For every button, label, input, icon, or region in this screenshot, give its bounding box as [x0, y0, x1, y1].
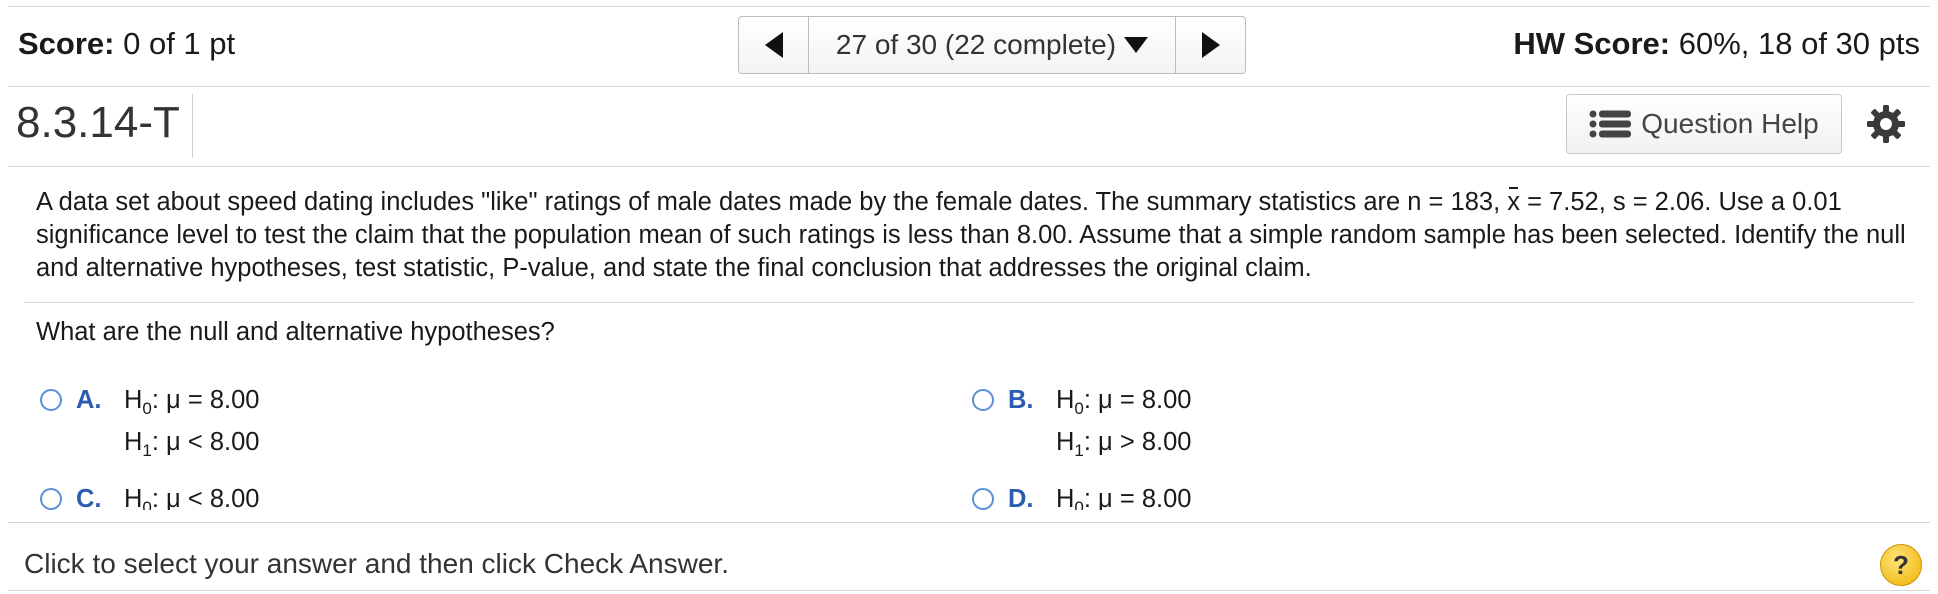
radio-d[interactable] [972, 488, 994, 510]
list-icon [1589, 110, 1632, 138]
option-c-letter: C. [76, 485, 102, 510]
gear-icon[interactable] [1866, 104, 1906, 149]
header-divider [8, 86, 1930, 87]
option-d-hypotheses: H0: μ = 8.00 [1056, 485, 1191, 510]
hw-score-label: HW Score: [1513, 26, 1671, 61]
option-a-h1-text: : μ < 8.00 [151, 428, 260, 456]
question-stem: A data set about speed dating includes "… [36, 186, 1916, 285]
option-d-h0: H0: μ = 8.00 [1056, 485, 1191, 510]
option-a-hypotheses: H0: μ = 8.00 H1: μ < 8.00 [124, 386, 259, 470]
next-question-button[interactable] [1176, 17, 1245, 73]
question-prompt: What are the null and alternative hypoth… [36, 318, 555, 346]
option-b-letter: B. [1008, 386, 1034, 414]
question-selector-dropdown[interactable]: 27 of 30 (22 complete) [808, 17, 1176, 73]
option-b[interactable]: B. H0: μ = 8.00 H1: μ > 8.00 [972, 386, 1191, 470]
option-b-h0-text: : μ = 8.00 [1083, 386, 1192, 414]
option-a-h0: H0: μ = 8.00 [124, 386, 260, 419]
option-b-h1-text: : μ > 8.00 [1083, 428, 1192, 456]
previous-question-button[interactable] [739, 17, 808, 73]
arrow-right-icon [1201, 32, 1220, 58]
option-c-h0: H0: μ < 8.00 [124, 485, 259, 510]
question-navigator: 27 of 30 (22 complete) [738, 16, 1246, 74]
score-value: 0 of 1 pt [123, 26, 236, 61]
option-b-h0: H0: μ = 8.00 [1056, 386, 1192, 419]
hw-score-value: 60%, 18 of 30 pts [1678, 26, 1920, 61]
option-a-h0-text: : μ = 8.00 [151, 386, 260, 414]
option-b-h1: H1: μ > 8.00 [1056, 428, 1192, 461]
option-c[interactable]: C. H0: μ < 8.00 [40, 485, 259, 510]
footer-bottom-divider [8, 590, 1930, 591]
footer-instruction: Click to select your answer and then cli… [24, 548, 729, 579]
option-b-hypotheses: H0: μ = 8.00 H1: μ > 8.00 [1056, 386, 1191, 470]
answer-options-area: A. H0: μ = 8.00 H1: μ < 8.00 B. H0: μ = … [0, 380, 1938, 510]
question-id-separator [192, 94, 193, 158]
radio-a[interactable] [40, 389, 62, 411]
x-bar-symbol: x [1507, 186, 1520, 219]
option-d[interactable]: D. H0: μ = 8.00 [972, 485, 1191, 510]
option-d-h0-text: : μ = 8.00 [1083, 485, 1192, 510]
question-progress-label: 27 of 30 (22 complete) [835, 29, 1117, 60]
option-c-h0-text: : μ < 8.00 [151, 485, 260, 510]
top-divider [8, 6, 1930, 7]
help-question-icon[interactable]: ? [1880, 544, 1922, 586]
question-help-button[interactable]: Question Help [1566, 94, 1842, 154]
option-c-hypotheses: H0: μ < 8.00 [124, 485, 259, 510]
option-a-letter: A. [76, 386, 102, 414]
stem-divider [24, 302, 1914, 303]
option-a[interactable]: A. H0: μ = 8.00 H1: μ < 8.00 [40, 386, 259, 470]
score-label: Score: [18, 26, 115, 61]
option-d-letter: D. [1008, 485, 1034, 510]
radio-b[interactable] [972, 389, 994, 411]
toolbar-divider [8, 166, 1930, 167]
caret-down-icon [1124, 37, 1149, 53]
question-id: 8.3.14-T [16, 98, 180, 147]
footer-top-divider [8, 522, 1930, 523]
option-a-h1: H1: μ < 8.00 [124, 428, 260, 461]
radio-c[interactable] [40, 488, 62, 510]
hw-score: HW Score: 60%, 18 of 30 pts [1513, 26, 1920, 62]
stem-text-1: A data set about speed dating includes "… [36, 188, 1508, 216]
question-help-label: Question Help [1641, 108, 1819, 139]
score: Score: 0 of 1 pt [18, 26, 235, 62]
arrow-left-icon [764, 32, 783, 58]
